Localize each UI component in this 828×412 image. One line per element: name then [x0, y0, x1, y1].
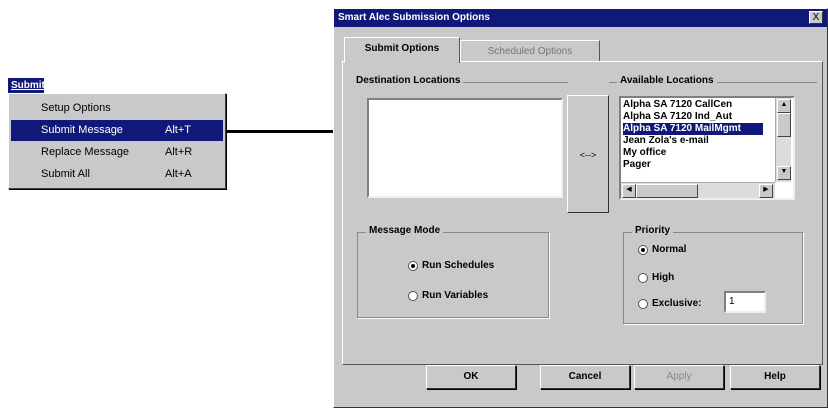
- vertical-scrollbar[interactable]: ▲ ▼: [775, 98, 791, 182]
- list-item[interactable]: Alpha SA 7120 MailMgmt: [623, 123, 763, 135]
- priority-exclusive-radio[interactable]: [638, 299, 648, 309]
- run-variables-radio[interactable]: [408, 291, 418, 301]
- menu-item-label: Submit All: [41, 168, 90, 180]
- exclusive-value-field[interactable]: 1: [724, 291, 766, 313]
- destination-locations-label: Destination Locations: [353, 75, 464, 86]
- submit-menu-title[interactable]: Submit: [8, 78, 45, 93]
- priority-normal-radio[interactable]: [638, 245, 648, 255]
- submit-options-panel: Destination Locations <--> Available Loc…: [342, 61, 823, 365]
- list-item[interactable]: My office: [623, 147, 763, 159]
- menu-item-accel: Alt+T: [165, 124, 191, 136]
- available-group: Available Locations: [609, 75, 817, 94]
- help-button[interactable]: Help: [730, 365, 820, 389]
- list-item[interactable]: Alpha SA 7120 Ind_Aut: [623, 111, 763, 123]
- menu-item-setup-options[interactable]: Setup Options: [11, 98, 223, 119]
- menu-item-submit-message[interactable]: Submit Message Alt+T: [11, 120, 223, 141]
- priority-label: Priority: [632, 225, 674, 236]
- menu-item-label: Replace Message: [41, 146, 130, 158]
- submission-options-dialog: Smart Alec Submission Options X Schedule…: [333, 8, 828, 408]
- submit-menu: Setup Options Submit Message Alt+T Repla…: [8, 93, 226, 189]
- cancel-button[interactable]: Cancel: [540, 365, 630, 389]
- scroll-down-icon[interactable]: ▼: [777, 166, 791, 180]
- menu-item-submit-all[interactable]: Submit All Alt+A: [11, 164, 223, 185]
- priority-high-radio[interactable]: [638, 273, 648, 283]
- destination-listbox[interactable]: [367, 98, 563, 198]
- available-locations-label: Available Locations: [617, 75, 717, 86]
- tab-scheduled-options[interactable]: Scheduled Options: [460, 40, 600, 61]
- scroll-left-icon[interactable]: ◀: [622, 184, 636, 198]
- run-variables-label: Run Variables: [422, 290, 489, 301]
- available-listbox[interactable]: Alpha SA 7120 CallCen Alpha SA 7120 Ind_…: [619, 96, 795, 200]
- scroll-right-icon[interactable]: ▶: [759, 184, 773, 198]
- list-item[interactable]: Pager: [623, 159, 763, 171]
- scroll-thumb[interactable]: [636, 184, 698, 198]
- scroll-thumb[interactable]: [777, 113, 791, 137]
- apply-button[interactable]: Apply: [634, 365, 724, 389]
- priority-high-label: High: [652, 272, 675, 283]
- run-schedules-label: Run Schedules: [422, 260, 495, 271]
- menu-item-label: Submit Message: [41, 124, 123, 136]
- menu-item-label: Setup Options: [41, 102, 111, 114]
- ok-button[interactable]: OK: [426, 365, 516, 389]
- move-location-button[interactable]: <-->: [567, 95, 609, 213]
- list-item[interactable]: Jean Zola's e-mail: [623, 135, 763, 147]
- dialog-title: Smart Alec Submission Options: [334, 9, 827, 27]
- run-schedules-radio[interactable]: [408, 261, 418, 271]
- tab-submit-options[interactable]: Submit Options: [344, 37, 460, 63]
- close-button[interactable]: X: [809, 11, 823, 24]
- menu-item-replace-message[interactable]: Replace Message Alt+R: [11, 142, 223, 163]
- menu-item-accel: Alt+R: [165, 146, 193, 158]
- priority-group: Priority Normal High Exclusive: 1: [623, 225, 803, 324]
- message-mode-group: Message Mode Run Schedules Run Variables: [357, 225, 549, 318]
- horizontal-scrollbar[interactable]: ◀ ▶: [621, 182, 775, 198]
- destination-group: Destination Locations: [353, 75, 568, 94]
- list-item[interactable]: Alpha SA 7120 CallCen: [623, 99, 763, 111]
- priority-exclusive-label: Exclusive:: [652, 298, 702, 309]
- scroll-up-icon[interactable]: ▲: [777, 99, 791, 113]
- priority-normal-label: Normal: [652, 244, 687, 255]
- message-mode-label: Message Mode: [366, 225, 444, 236]
- menu-item-accel: Alt+A: [165, 168, 192, 180]
